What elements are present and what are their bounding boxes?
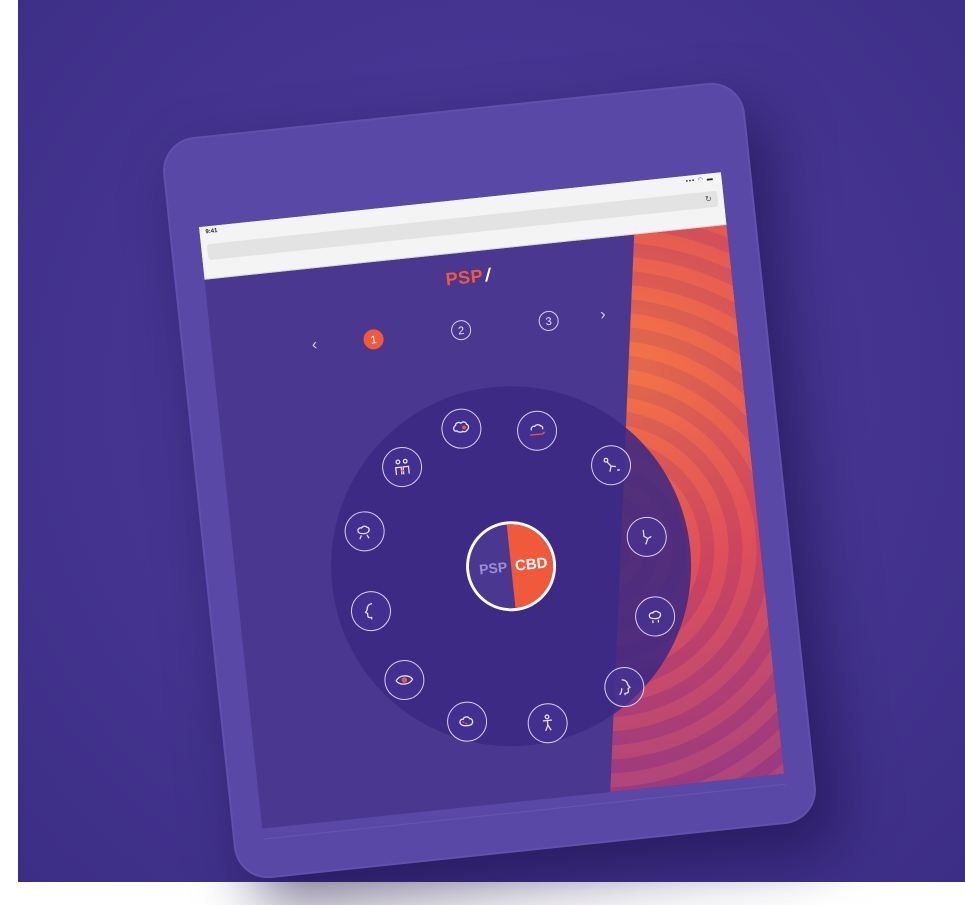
step-1[interactable]: 1 — [362, 328, 385, 351]
status-time: 9:41 — [205, 228, 218, 236]
brain-body-icon[interactable] — [633, 594, 678, 639]
brain-hand-icon[interactable] — [515, 408, 560, 453]
leg-movement-icon[interactable] — [624, 514, 669, 559]
logo-text: PSP — [444, 265, 485, 290]
prev-arrow-icon[interactable]: ‹ — [311, 335, 318, 355]
person-posture-icon[interactable] — [525, 701, 570, 746]
face-profile-icon[interactable] — [349, 589, 393, 634]
step-3[interactable]: 3 — [537, 309, 560, 332]
step-2[interactable]: 2 — [450, 319, 473, 342]
brain-walk-icon[interactable] — [342, 509, 387, 554]
tablet-frame: 9:41 ▪▪▪ ◠ ▬ ↻ PSP/ ‹ 1 2 3 › PSP CBD — [159, 79, 820, 882]
cbd-label[interactable]: CBD — [506, 520, 558, 608]
caregivers-icon[interactable] — [380, 445, 425, 490]
status-icons: ▪▪▪ ◠ ▬ — [685, 175, 715, 185]
psp-cbd-toggle[interactable]: PSP CBD — [461, 516, 561, 616]
brain-speech-icon[interactable] — [439, 406, 484, 451]
next-arrow-icon[interactable]: › — [599, 305, 606, 325]
eye-icon[interactable] — [382, 658, 427, 702]
scene: 9:41 ▪▪▪ ◠ ▬ ↻ PSP/ ‹ 1 2 3 › PSP CBD — [0, 0, 965, 905]
tablet-screen: 9:41 ▪▪▪ ◠ ▬ ↻ PSP/ ‹ 1 2 3 › PSP CBD — [198, 172, 785, 829]
step-navigation: ‹ 1 2 3 › — [311, 301, 622, 361]
logo-mark: / — [484, 264, 492, 286]
reload-icon[interactable]: ↻ — [705, 194, 713, 204]
app-logo[interactable]: PSP/ — [445, 265, 492, 291]
falling-person-icon[interactable] — [589, 443, 634, 488]
brain-dots-icon[interactable] — [445, 699, 490, 744]
